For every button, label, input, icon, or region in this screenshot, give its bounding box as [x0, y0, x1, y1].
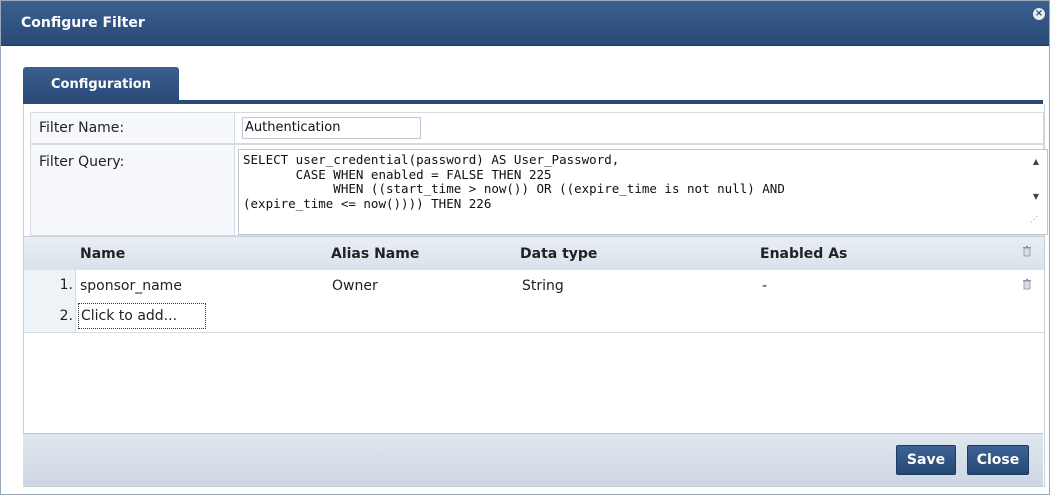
filter-query-textarea[interactable]: SELECT user_credential(password) AS User… — [238, 149, 1048, 235]
filter-query-row: Filter Query: SELECT user_credential(pas… — [30, 144, 1048, 236]
configuration-panel: Filter Name: Authentication Filter Query… — [23, 104, 1048, 487]
column-header-data-type[interactable]: Data type — [520, 246, 597, 262]
filter-name-input[interactable]: Authentication — [242, 117, 421, 139]
fields-table: Name Alias Name Data type Enabled As 1. … — [24, 236, 1044, 434]
filter-name-cell: Authentication — [234, 113, 1043, 143]
close-button[interactable]: Close — [967, 445, 1029, 475]
filter-query-cell: SELECT user_credential(password) AS User… — [234, 145, 1048, 235]
trash-icon[interactable] — [1022, 278, 1032, 290]
column-header-enabled-as[interactable]: Enabled As — [760, 246, 847, 262]
table-row[interactable]: 1. sponsor_name Owner String - — [24, 270, 1044, 302]
filter-name-row: Filter Name: Authentication — [30, 112, 1044, 144]
cell-data-type[interactable]: String — [522, 278, 564, 294]
configure-filter-dialog: Configure Filter × Configuration Filter … — [0, 0, 1050, 495]
column-header-alias-name[interactable]: Alias Name — [331, 246, 419, 262]
save-button[interactable]: Save — [896, 445, 956, 475]
dialog-footer: Save Close — [23, 433, 1043, 486]
tab-configuration[interactable]: Configuration — [23, 67, 179, 100]
cell-enabled-as[interactable]: - — [762, 278, 767, 294]
trash-icon[interactable] — [1022, 245, 1032, 257]
dialog-titlebar: Configure Filter × — [1, 1, 1049, 46]
cell-name[interactable]: sponsor_name — [80, 278, 182, 294]
filter-name-label: Filter Name: — [39, 120, 125, 136]
scroll-up-icon[interactable]: ▲ — [1033, 157, 1039, 166]
resize-grip-icon[interactable]: ⋰ — [1030, 215, 1038, 224]
scroll-down-icon[interactable]: ▼ — [1033, 192, 1039, 201]
table-header: Name Alias Name Data type Enabled As — [24, 237, 1044, 271]
table-row[interactable]: 2. Click to add... — [24, 301, 1044, 333]
column-header-name[interactable]: Name — [80, 246, 125, 262]
row-number: 2. — [24, 301, 76, 332]
filter-query-label: Filter Query: — [39, 154, 125, 170]
dialog-title: Configure Filter — [21, 15, 145, 31]
cell-alias-name[interactable]: Owner — [332, 278, 378, 294]
click-to-add-cell[interactable]: Click to add... — [78, 303, 206, 329]
row-number: 1. — [24, 270, 76, 301]
close-icon[interactable]: × — [1033, 8, 1045, 20]
